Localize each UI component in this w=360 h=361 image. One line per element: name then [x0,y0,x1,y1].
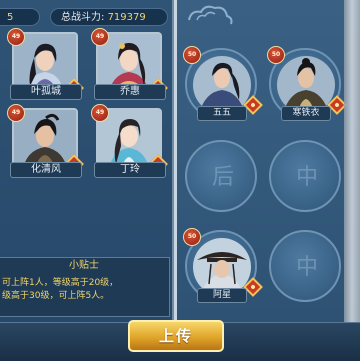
hero-name-3: 化清风 [10,162,82,178]
level-value: 5 [7,12,14,23]
tips-title: 小贴士 [69,260,99,271]
hero-level-badge-4: 49 [91,104,109,122]
slot-position-label-3: 后 [211,165,234,190]
slot-position-label-4: 中 [295,165,318,190]
formation-slot-4[interactable]: 中 [269,140,341,212]
formation-slot-3[interactable]: 后 [185,140,257,212]
formation-slot-6[interactable]: 中 [269,230,341,302]
slot-hero-name-5: 阿星 [197,288,247,303]
total-power-label: 总战斗力: [61,12,105,23]
level-indicator: 5 [0,8,40,26]
edge-panel-strip [344,0,360,322]
hero-name-1: 叶孤城 [10,84,82,100]
tips-text: 可上阵1人，等级高于20级， 级高于30级，可上阵5人。 [2,277,166,303]
hero-name-4: 丁玲 [94,162,166,178]
tips-line-2: 级高于30级，可上阵5人。 [2,291,110,301]
hero-level-badge-3: 49 [7,104,25,122]
slot-level-badge-2: 50 [267,46,285,64]
slot-level-badge-5: 50 [183,228,201,246]
slot-hero-name-1: 五五 [197,106,247,121]
total-power-value: 719379 [107,12,146,23]
hero-level-badge-1: 49 [7,28,25,46]
cloud-ornament-icon [188,5,233,25]
tips-box: 小贴士 可上阵1人，等级高于20级， 级高于30级，可上阵5人。 [0,257,170,317]
hero-level-badge-2: 49 [91,28,109,46]
hero-name-2: 乔惠 [94,84,166,100]
hero-roster-panel: 5 总战斗力: 719379 49 叶孤城 49 乔惠 49 化清风 49 丁玲… [0,0,177,322]
slot-level-badge-1: 50 [183,46,201,64]
tips-line-1: 可上阵1人，等级高于20级， [2,278,119,288]
slot-hero-name-2: 寒铁衣 [281,106,331,121]
formation-screen: 5 总战斗力: 719379 49 叶孤城 49 乔惠 49 化清风 49 丁玲… [0,0,360,361]
total-power-indicator: 总战斗力: 719379 [50,8,168,26]
upload-button[interactable]: 上传 [128,320,224,352]
slot-position-label-6: 中 [295,255,318,280]
